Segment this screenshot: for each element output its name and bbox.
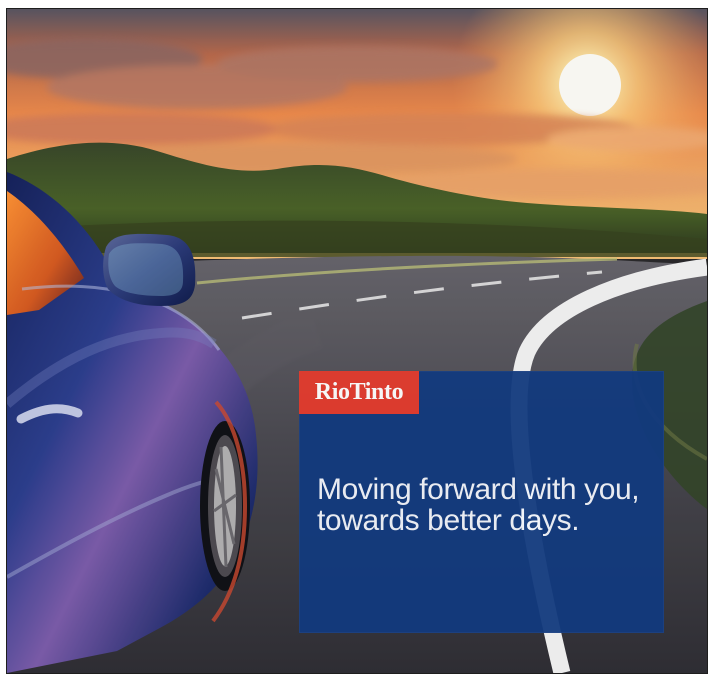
- ad-tagline: Moving forward with you, towards better …: [317, 474, 647, 536]
- rio-tinto-logo: RioTinto: [299, 371, 419, 414]
- tagline-line-2: towards better days.: [317, 504, 580, 537]
- tagline-line-1: Moving forward with you,: [317, 473, 640, 506]
- advertisement-frame: RioTinto Moving forward with you, toward…: [6, 8, 708, 674]
- ad-message-panel: RioTinto Moving forward with you, toward…: [299, 371, 664, 633]
